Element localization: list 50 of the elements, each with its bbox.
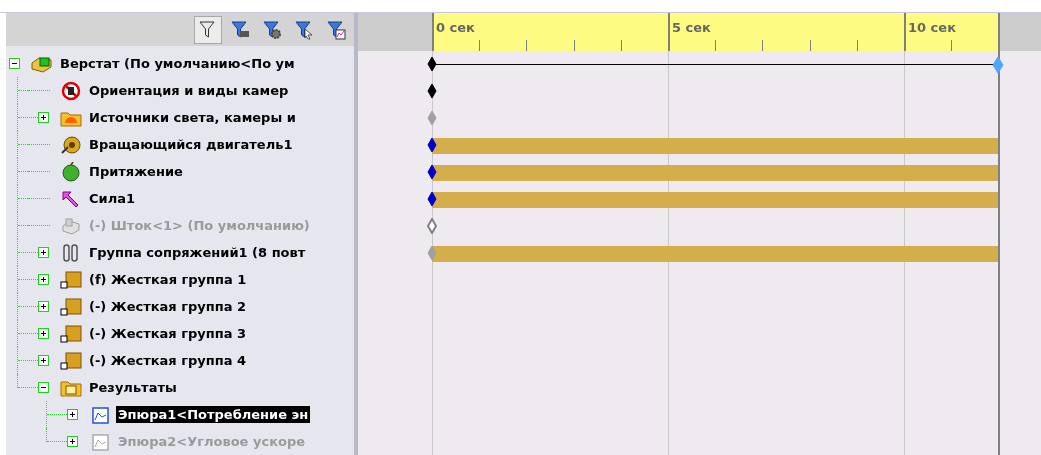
tree-item[interactable]: Вращающийся двигатель1	[87, 136, 295, 153]
keyframe-marker[interactable]	[427, 191, 437, 207]
expand-toggle[interactable]	[67, 409, 78, 420]
locked-group-icon	[60, 350, 82, 371]
keyframe-marker[interactable]	[427, 83, 437, 99]
filter-button[interactable]	[194, 15, 222, 44]
chart-icon	[89, 404, 111, 425]
expand-toggle[interactable]	[38, 112, 49, 123]
tree-item[interactable]: Источники света, камеры и	[87, 109, 298, 126]
expand-toggle[interactable]	[67, 436, 78, 447]
tree-item[interactable]: Группа сопряжений1 (8 повт	[87, 244, 308, 261]
tree-item[interactable]: Сила1	[87, 190, 137, 207]
keyframe-marker[interactable]	[427, 245, 437, 261]
expand-toggle[interactable]	[38, 301, 49, 312]
filter-icon	[262, 19, 282, 40]
tree-item[interactable]: (-) Жесткая группа 3	[87, 325, 249, 342]
locked-group-icon	[60, 296, 82, 317]
tree-item[interactable]: (-) Жесткая группа 2	[87, 298, 249, 315]
keyframe-marker[interactable]	[427, 56, 437, 72]
keyframe-marker[interactable]	[427, 218, 437, 234]
time-label: 5 сек	[668, 13, 711, 51]
tree-item[interactable]: Притяжение	[87, 163, 185, 180]
expand-toggle[interactable]	[38, 355, 49, 366]
expand-toggle[interactable]	[38, 382, 49, 393]
expand-toggle[interactable]	[38, 328, 49, 339]
motor-icon	[60, 134, 82, 155]
apple-icon	[60, 161, 82, 182]
tree-item[interactable]: Эпюра1<Потребление эн	[116, 406, 311, 423]
part-icon	[60, 215, 82, 236]
tree-item[interactable]: (-) Жесткая группа 4	[87, 352, 249, 369]
keyframe-marker[interactable]	[427, 164, 437, 180]
keyframe-marker[interactable]	[427, 137, 437, 153]
expand-toggle[interactable]	[38, 247, 49, 258]
filter-icon	[230, 19, 250, 40]
locked-group-icon	[60, 323, 82, 344]
tree-item[interactable]: Ориентация и виды камер	[87, 82, 291, 99]
filter-icon	[294, 19, 314, 40]
keyframe-marker[interactable]	[992, 56, 1004, 74]
keyframe-marker[interactable]	[427, 110, 437, 126]
tree-item[interactable]: Результаты	[87, 379, 179, 396]
filter-icon	[198, 19, 218, 40]
chart-icon	[89, 431, 111, 452]
expand-toggle[interactable]	[38, 274, 49, 285]
filter-icon	[326, 19, 346, 40]
no-entry-icon	[60, 80, 82, 101]
tree-item[interactable]: (f) Жесткая группа 1	[87, 271, 249, 288]
tree-item[interactable]: Верстат (По умолчанию<По ум	[58, 55, 297, 72]
locked-group-icon	[60, 269, 82, 290]
time-label: 0 сек	[432, 13, 475, 51]
expand-toggle[interactable]	[9, 58, 20, 69]
